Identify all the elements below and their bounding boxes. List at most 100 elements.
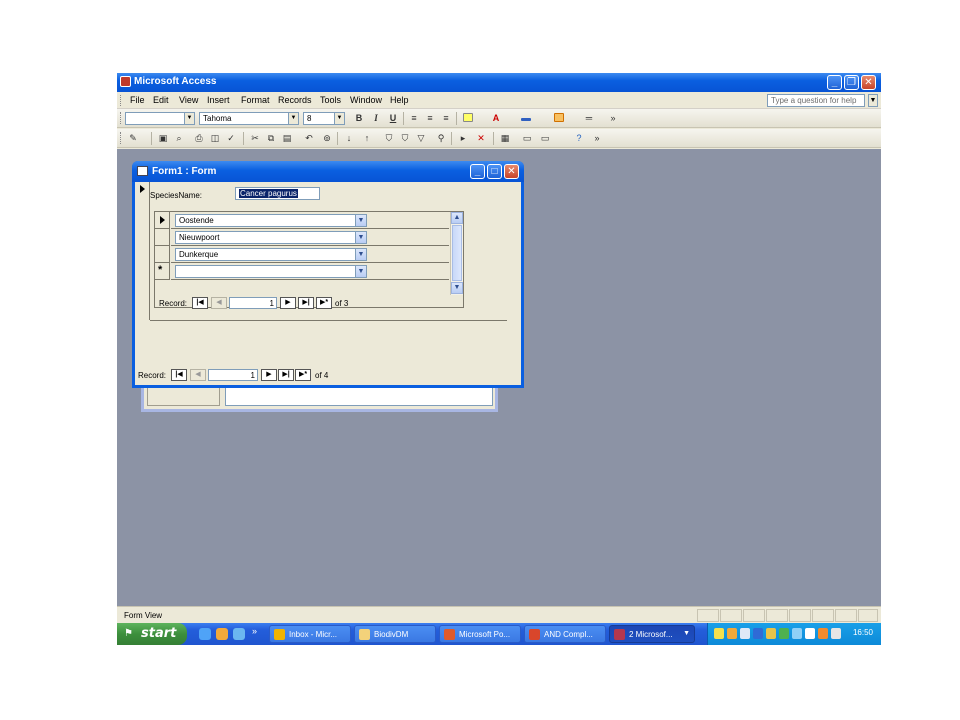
tray-security-icon[interactable] xyxy=(753,628,763,639)
restore-button[interactable]: ❐ xyxy=(844,75,859,90)
record-number-input[interactable]: 1 xyxy=(229,297,277,309)
chevron-down-icon[interactable]: ▼ xyxy=(355,249,366,260)
close-button[interactable]: ✕ xyxy=(861,75,876,90)
tray-connection-icon[interactable] xyxy=(792,628,802,639)
copy-icon[interactable]: ⧉ xyxy=(265,133,277,144)
form-close-button[interactable]: ✕ xyxy=(504,164,519,179)
scroll-down-icon[interactable]: ▼ xyxy=(451,282,463,294)
first-record-button[interactable]: |◀ xyxy=(171,369,187,381)
first-record-button[interactable]: |◀ xyxy=(192,297,208,309)
hyperlink-icon[interactable]: ⊚ xyxy=(321,133,333,144)
subform-row-selector[interactable] xyxy=(155,229,170,246)
toolbar-grip[interactable] xyxy=(120,132,122,144)
toolbar-grip[interactable] xyxy=(120,112,122,124)
help-icon[interactable]: ? xyxy=(573,133,585,144)
bold-button[interactable]: B xyxy=(353,113,365,124)
new-record-button[interactable]: ▶* xyxy=(295,369,311,381)
tray-device-icon[interactable] xyxy=(831,628,841,639)
location-combo[interactable]: Nieuwpoort ▼ xyxy=(175,231,367,244)
form-maximize-button[interactable]: □ xyxy=(487,164,502,179)
ask-question-input[interactable]: Type a question for help xyxy=(767,94,865,107)
taskbar-item-biodivdm[interactable]: BiodivDM xyxy=(354,625,436,643)
special-effect-icon[interactable] xyxy=(553,113,565,124)
quicklaunch-more-icon[interactable]: » xyxy=(252,626,257,636)
tray-volume-icon[interactable] xyxy=(766,628,776,639)
tray-sync-icon[interactable] xyxy=(779,628,789,639)
cut-icon[interactable]: ✂ xyxy=(249,133,261,144)
last-record-button[interactable]: ▶| xyxy=(298,297,314,309)
database-window-icon[interactable]: ▭ xyxy=(521,133,533,144)
underline-button[interactable]: U xyxy=(387,113,399,124)
line-color-icon[interactable] xyxy=(520,113,532,124)
save-icon[interactable]: ▣ xyxy=(157,133,169,144)
paste-icon[interactable]: ▤ xyxy=(281,133,293,144)
next-record-button[interactable]: ▶ xyxy=(261,369,277,381)
quicklaunch-ie-icon[interactable] xyxy=(199,628,211,640)
tray-network-icon[interactable] xyxy=(714,628,724,639)
align-center-icon[interactable]: ≡ xyxy=(424,113,436,124)
new-object-icon[interactable]: ▭ xyxy=(539,133,551,144)
spelling-icon[interactable]: ✓ xyxy=(225,133,237,144)
ask-question-dropdown[interactable]: ▼ xyxy=(868,94,878,107)
quicklaunch-outlook-icon[interactable] xyxy=(216,628,228,640)
form1-title-bar[interactable]: Form1 : Form _ □ ✕ xyxy=(132,161,524,182)
subform-new-row-selector[interactable]: * xyxy=(155,263,170,280)
previous-record-button[interactable]: ◀ xyxy=(211,297,227,309)
tray-keyboard-icon[interactable] xyxy=(805,628,815,639)
menu-grip[interactable] xyxy=(120,95,122,106)
undo-icon[interactable]: ↶ xyxy=(303,133,315,144)
find-icon[interactable]: ⚲ xyxy=(435,133,447,144)
font-color-icon[interactable]: A xyxy=(490,113,502,124)
view-icon[interactable]: ✎ xyxy=(127,133,139,144)
record-selector-column[interactable] xyxy=(135,182,150,320)
menu-format[interactable]: Format xyxy=(241,95,270,105)
sort-ascending-icon[interactable]: ↓ xyxy=(343,133,355,144)
tray-alert-icon[interactable] xyxy=(818,628,828,639)
chevron-down-icon[interactable]: ▼ xyxy=(355,215,366,226)
form1-window[interactable]: Form1 : Form _ □ ✕ SpeciesName: Cancer p… xyxy=(132,161,524,388)
new-record-icon[interactable]: ▸ xyxy=(457,133,469,144)
location-combo[interactable]: Oostende ▼ xyxy=(175,214,367,227)
object-combo[interactable]: ▼ xyxy=(125,112,195,125)
taskbar-item-and-compl[interactable]: AND Compl... xyxy=(524,625,606,643)
tray-display-icon[interactable] xyxy=(740,628,750,639)
menu-tools[interactable]: Tools xyxy=(320,95,341,105)
sort-descending-icon[interactable]: ↑ xyxy=(361,133,373,144)
align-right-icon[interactable]: ≡ xyxy=(440,113,452,124)
filter-by-selection-icon[interactable]: ⛉ xyxy=(383,133,395,144)
species-name-field[interactable]: Cancer pagurus xyxy=(235,187,320,200)
location-combo[interactable]: ▼ xyxy=(175,265,367,278)
menu-records[interactable]: Records xyxy=(278,95,312,105)
scroll-up-icon[interactable]: ▲ xyxy=(451,212,463,224)
menu-insert[interactable]: Insert xyxy=(207,95,230,105)
taskbar-item-microsoft-access[interactable]: 2 Microsof... ▼ xyxy=(609,625,695,643)
chevron-down-icon[interactable]: ▼ xyxy=(355,266,366,277)
previous-record-button[interactable]: ◀ xyxy=(190,369,206,381)
menu-window[interactable]: Window xyxy=(350,95,382,105)
scroll-thumb[interactable] xyxy=(452,225,462,281)
font-size-combo[interactable]: 8 ▼ xyxy=(303,112,345,125)
tray-outlook-icon[interactable] xyxy=(727,628,737,639)
next-record-button[interactable]: ▶ xyxy=(280,297,296,309)
fill-color-icon[interactable] xyxy=(462,113,474,124)
toolbar-options-icon[interactable]: » xyxy=(607,113,619,124)
menu-file[interactable]: File xyxy=(130,95,145,105)
start-button[interactable]: ⚑ start xyxy=(117,623,187,645)
delete-record-icon[interactable]: ✕ xyxy=(475,133,487,144)
menu-view[interactable]: View xyxy=(179,95,198,105)
location-combo[interactable]: Dunkerque ▼ xyxy=(175,248,367,261)
apply-filter-icon[interactable]: ▽ xyxy=(415,133,427,144)
italic-button[interactable]: I xyxy=(370,113,382,124)
print-preview-icon[interactable]: ◫ xyxy=(209,133,221,144)
quicklaunch-desktop-icon[interactable] xyxy=(233,628,245,640)
filter-by-form-icon[interactable]: ⛉ xyxy=(399,133,411,144)
taskbar-item-inbox[interactable]: Inbox - Micr... xyxy=(269,625,351,643)
menu-help[interactable]: Help xyxy=(390,95,409,105)
chevron-down-icon[interactable]: ▼ xyxy=(355,232,366,243)
properties-icon[interactable]: ▦ xyxy=(499,133,511,144)
subform-vertical-scrollbar[interactable]: ▲ ▼ xyxy=(450,212,463,295)
new-record-button[interactable]: ▶* xyxy=(316,297,332,309)
record-number-input[interactable]: 1 xyxy=(208,369,258,381)
font-name-combo[interactable]: Tahoma ▼ xyxy=(199,112,299,125)
line-width-icon[interactable]: ═ xyxy=(583,113,595,124)
